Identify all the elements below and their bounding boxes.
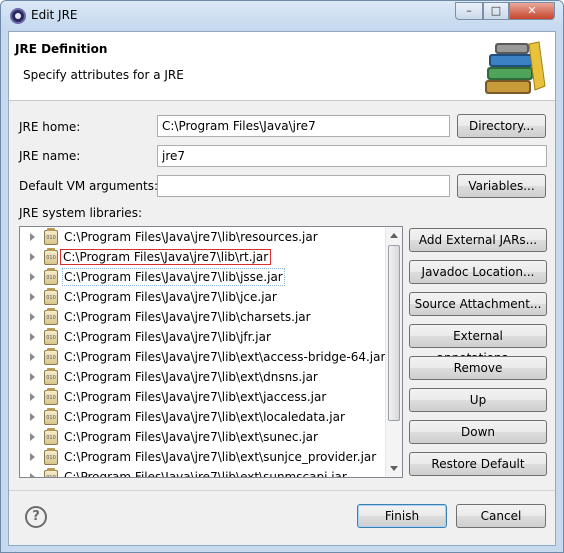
library-item[interactable]: C:\Program Files\Java\jre7\lib\ext\sunec… (20, 428, 384, 448)
library-path-label: C:\Program Files\Java\jre7\lib\ext\sunec… (64, 430, 318, 444)
jar-file-icon (44, 288, 58, 305)
library-path-label: C:\Program Files\Java\jre7\lib\resources… (64, 230, 318, 244)
jar-file-icon (44, 348, 58, 365)
jar-file-icon (44, 448, 58, 465)
jar-file-icon (44, 248, 58, 265)
title-bar[interactable]: Edit JRE – □ ✕ (1, 1, 563, 31)
scroll-down-arrow-icon[interactable] (390, 466, 398, 471)
vm-args-field[interactable] (157, 175, 450, 197)
close-button[interactable]: ✕ (509, 2, 555, 20)
library-item[interactable]: C:\Program Files\Java\jre7\lib\ext\sunms… (20, 468, 384, 478)
dialog-body: JRE Definition Specify attributes for a … (8, 31, 556, 546)
cancel-button[interactable]: Cancel (456, 504, 546, 528)
expand-arrow-icon[interactable] (30, 453, 35, 461)
javadoc-location-button[interactable]: Javadoc Location... (409, 260, 547, 284)
expand-arrow-icon[interactable] (30, 373, 35, 381)
expand-arrow-icon[interactable] (30, 393, 35, 401)
jar-file-icon (44, 388, 58, 405)
dialog-header: JRE Definition Specify attributes for a … (9, 32, 555, 101)
libraries-scrollbar[interactable] (385, 227, 402, 477)
remove-button[interactable]: Remove (409, 356, 547, 380)
expand-arrow-icon[interactable] (30, 473, 35, 477)
expand-arrow-icon[interactable] (30, 273, 35, 281)
finish-button[interactable]: Finish (357, 504, 447, 528)
directory-button[interactable]: Directory... (457, 114, 546, 138)
expand-arrow-icon[interactable] (30, 233, 35, 241)
jar-file-icon (44, 328, 58, 345)
up-button[interactable]: Up (409, 388, 547, 412)
header-subtitle: Specify attributes for a JRE (23, 68, 184, 82)
libraries-tree[interactable]: C:\Program Files\Java\jre7\lib\resources… (19, 226, 403, 478)
library-item[interactable]: C:\Program Files\Java\jre7\lib\ext\acces… (20, 348, 386, 368)
expand-arrow-icon[interactable] (30, 353, 35, 361)
jre-name-label: JRE name: (19, 149, 81, 163)
restore-default-button[interactable]: Restore Default (409, 452, 547, 476)
jar-file-icon (44, 268, 58, 285)
scrollbar-thumb[interactable] (388, 245, 400, 421)
expand-arrow-icon[interactable] (30, 413, 35, 421)
help-icon[interactable]: ? (25, 506, 47, 528)
expand-arrow-icon[interactable] (30, 253, 35, 261)
library-path-label: C:\Program Files\Java\jre7\lib\ext\jacce… (64, 390, 327, 404)
library-item[interactable]: C:\Program Files\Java\jre7\lib\ext\jacce… (20, 388, 384, 408)
library-item[interactable]: C:\Program Files\Java\jre7\lib\rt.jar (20, 248, 384, 268)
library-path-label: C:\Program Files\Java\jre7\lib\ext\acces… (64, 350, 386, 364)
eclipse-icon (10, 8, 26, 24)
jar-file-icon (44, 308, 58, 325)
library-item[interactable]: C:\Program Files\Java\jre7\lib\ext\local… (20, 408, 384, 428)
library-path-label: C:\Program Files\Java\jre7\lib\charsets.… (64, 310, 311, 324)
library-item[interactable]: C:\Program Files\Java\jre7\lib\jsse.jar (20, 268, 384, 288)
source-attachment-button[interactable]: Source Attachment... (409, 292, 547, 316)
library-books-icon (485, 41, 546, 94)
jar-file-icon (44, 428, 58, 445)
libraries-label: JRE system libraries: (19, 206, 142, 220)
jar-file-icon (44, 468, 58, 477)
maximize-button[interactable]: □ (483, 2, 509, 20)
library-item[interactable]: C:\Program Files\Java\jre7\lib\ext\sunjc… (20, 448, 384, 468)
minimize-button[interactable]: – (455, 2, 483, 20)
library-path-label: C:\Program Files\Java\jre7\lib\jce.jar (64, 290, 277, 304)
scroll-up-arrow-icon[interactable] (390, 233, 398, 238)
library-path-label: C:\Program Files\Java\jre7\lib\ext\local… (64, 410, 345, 424)
window-title: Edit JRE (31, 8, 78, 22)
jre-home-label: JRE home: (19, 120, 81, 134)
library-item[interactable]: C:\Program Files\Java\jre7\lib\resources… (20, 228, 384, 248)
library-path-label: C:\Program Files\Java\jre7\lib\jfr.jar (64, 330, 271, 344)
footer-separator (9, 490, 555, 491)
library-item[interactable]: C:\Program Files\Java\jre7\lib\jfr.jar (20, 328, 384, 348)
vm-args-label: Default VM arguments: (19, 179, 159, 193)
library-path-label: C:\Program Files\Java\jre7\lib\ext\sunjc… (64, 450, 377, 464)
jar-file-icon (44, 228, 58, 245)
library-item[interactable]: C:\Program Files\Java\jre7\lib\ext\dnsns… (20, 368, 384, 388)
jre-name-field[interactable]: jre7 (157, 145, 547, 167)
jre-home-field[interactable]: C:\Program Files\Java\jre7 (157, 115, 450, 137)
library-path-label: C:\Program Files\Java\jre7\lib\rt.jar (60, 249, 272, 265)
expand-arrow-icon[interactable] (30, 313, 35, 321)
library-path-label: C:\Program Files\Java\jre7\lib\jsse.jar (62, 268, 285, 286)
header-title: JRE Definition (15, 42, 108, 56)
expand-arrow-icon[interactable] (30, 333, 35, 341)
library-path-label: C:\Program Files\Java\jre7\lib\ext\dnsns… (64, 370, 318, 384)
jar-file-icon (44, 408, 58, 425)
add-external-jars-button[interactable]: Add External JARs... (409, 228, 547, 252)
library-item[interactable]: C:\Program Files\Java\jre7\lib\charsets.… (20, 308, 384, 328)
jar-file-icon (44, 368, 58, 385)
expand-arrow-icon[interactable] (30, 293, 35, 301)
expand-arrow-icon[interactable] (30, 433, 35, 441)
external-annotations-button[interactable]: External annotations... (409, 324, 547, 365)
edit-jre-window: Edit JRE – □ ✕ JRE Definition Specify at… (0, 0, 564, 553)
variables-button[interactable]: Variables... (457, 174, 546, 198)
library-path-label: C:\Program Files\Java\jre7\lib\ext\sunms… (64, 470, 347, 478)
library-item[interactable]: C:\Program Files\Java\jre7\lib\jce.jar (20, 288, 384, 308)
down-button[interactable]: Down (409, 420, 547, 444)
